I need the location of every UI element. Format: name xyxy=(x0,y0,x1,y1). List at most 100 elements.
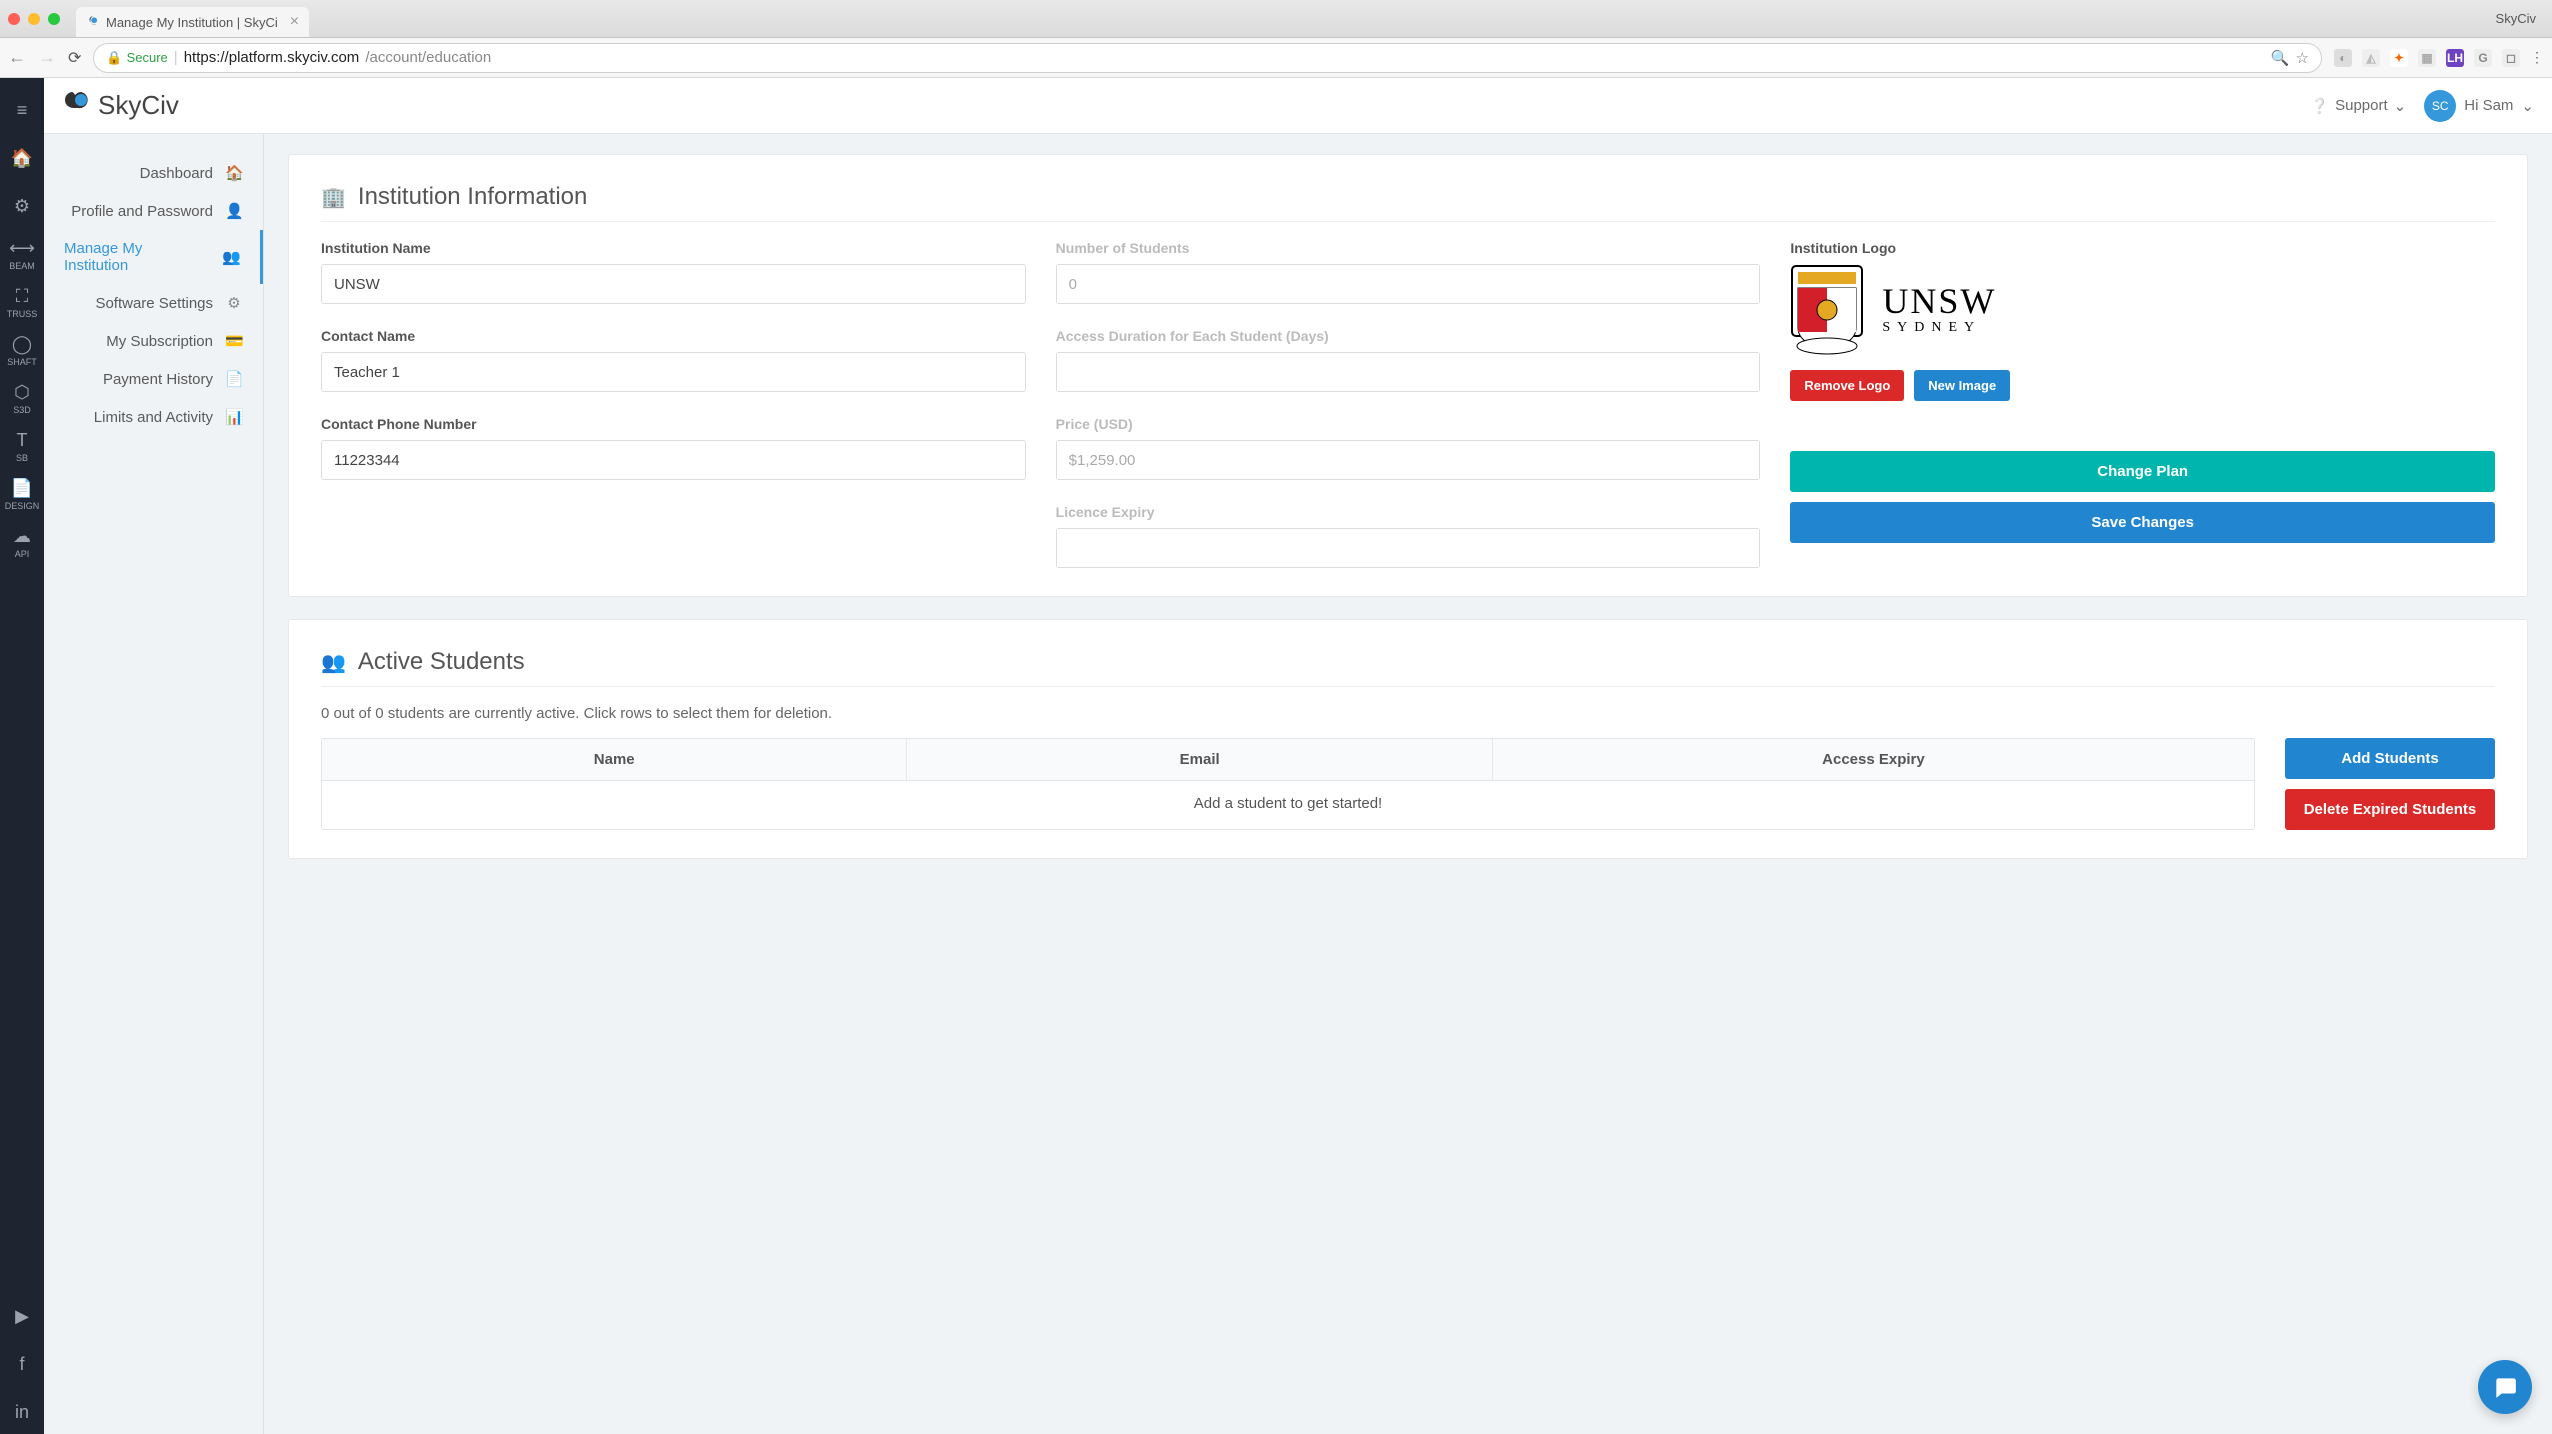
zoom-icon[interactable]: 🔍 xyxy=(2271,49,2290,67)
leftbar-design[interactable]: 📄DESIGN xyxy=(0,472,44,516)
menu-icon[interactable]: ⋮ xyxy=(2530,49,2544,66)
save-changes-button[interactable]: Save Changes xyxy=(1790,502,2495,543)
ext-icon-1[interactable]: ◐ xyxy=(2334,49,2352,67)
leftbar-beam[interactable]: ⟷BEAM xyxy=(0,232,44,276)
minimize-window-icon[interactable] xyxy=(28,13,40,25)
sidebar-item-payment[interactable]: Payment History 📄 xyxy=(44,360,263,398)
col-expiry: Access Expiry xyxy=(1493,739,2254,780)
url-path: /account/education xyxy=(365,49,491,66)
students-card: 👥Active Students 0 out of 0 students are… xyxy=(288,619,2528,859)
logo-label: Institution Logo xyxy=(1790,240,2495,256)
num-students-input xyxy=(1056,264,1761,304)
divider xyxy=(321,221,2495,222)
forward-button[interactable]: → xyxy=(38,47,56,68)
logo-submark: SYDNEY xyxy=(1882,320,1996,336)
remove-logo-button[interactable]: Remove Logo xyxy=(1790,370,1904,401)
leftbar-shaft[interactable]: ◯SHAFT xyxy=(0,328,44,372)
institution-name-label: Institution Name xyxy=(321,240,1026,256)
maximize-window-icon[interactable] xyxy=(48,13,60,25)
sidebar-item-dashboard[interactable]: Dashboard🏠 xyxy=(44,154,263,192)
card-heading: 👥Active Students xyxy=(321,648,2495,676)
url-host: https://platform.skyciv.com xyxy=(184,49,360,66)
favicon-icon xyxy=(86,15,100,29)
sidebar-item-subscription[interactable]: My Subscription 💳 xyxy=(44,322,263,360)
back-button[interactable]: ← xyxy=(8,47,26,68)
hamburger-icon[interactable]: ≡ xyxy=(0,88,44,132)
contact-name-input[interactable] xyxy=(321,352,1026,392)
institution-name-input[interactable] xyxy=(321,264,1026,304)
col-name: Name xyxy=(322,739,907,780)
table-empty-message: Add a student to get started! xyxy=(322,781,2254,826)
close-window-icon[interactable] xyxy=(8,13,20,25)
phone-input[interactable] xyxy=(321,440,1026,480)
sidebar-item-limits[interactable]: Limits and Activity 📊 xyxy=(44,398,263,436)
sidebar-item-label: My Subscription xyxy=(106,333,213,350)
leftbar-truss[interactable]: ⛶TRUSS xyxy=(0,280,44,324)
facebook-icon[interactable]: f xyxy=(0,1342,44,1386)
students-table: Name Email Access Expiry Add a student t… xyxy=(321,738,2255,830)
chat-bubble[interactable] xyxy=(2478,1360,2532,1414)
sidebar-item-software[interactable]: Software Settings⚙ xyxy=(44,284,263,322)
lock-icon: 🔒 Secure xyxy=(106,50,167,66)
support-label: Support xyxy=(2335,97,2388,114)
col-email: Email xyxy=(907,739,1492,780)
tab-title: Manage My Institution | SkyCi xyxy=(106,15,278,30)
bookmark-icon[interactable]: ☆ xyxy=(2296,49,2309,67)
home-icon: 🏠 xyxy=(225,164,243,182)
linkedin-icon[interactable]: in xyxy=(0,1390,44,1434)
table-header: Name Email Access Expiry xyxy=(322,739,2254,781)
user-menu[interactable]: SC Hi Sam ⌄ xyxy=(2424,90,2534,122)
ext-icon-2[interactable]: ◭ xyxy=(2362,49,2380,67)
app-topbar: SkyCiv ❔ Support ⌄ SC Hi Sam ⌄ xyxy=(44,78,2552,134)
sidebar-item-label: Payment History xyxy=(103,371,213,388)
ext-icon-4[interactable]: ▦ xyxy=(2418,49,2436,67)
duration-input xyxy=(1056,352,1761,392)
browser-tab-bar: Manage My Institution | SkyCi × SkyCiv xyxy=(0,0,2552,38)
app-logo[interactable]: SkyCiv xyxy=(62,88,179,123)
chart-icon: 📊 xyxy=(225,408,243,426)
logo-icon xyxy=(62,88,94,123)
duration-label: Access Duration for Each Student (Days) xyxy=(1056,328,1761,344)
institution-card: 🏢Institution Information Institution Nam… xyxy=(288,154,2528,597)
user-icon: 👤 xyxy=(225,202,243,220)
ext-icon-6[interactable]: G xyxy=(2474,49,2492,67)
tab-close-icon[interactable]: × xyxy=(290,13,299,31)
leftbar-s3d[interactable]: ⬡S3D xyxy=(0,376,44,420)
youtube-icon[interactable]: ▶ xyxy=(0,1294,44,1338)
ext-icon-5[interactable]: LH xyxy=(2446,49,2464,67)
logo-wordmark: UNSW xyxy=(1882,284,1996,318)
browser-tab[interactable]: Manage My Institution | SkyCi × xyxy=(76,7,309,37)
reload-button[interactable]: ⟳ xyxy=(68,48,81,68)
sidebar-item-institution[interactable]: Manage My Institution👥 xyxy=(44,230,263,284)
change-plan-button[interactable]: Change Plan xyxy=(1790,451,2495,492)
sidebar-item-label: Profile and Password xyxy=(71,203,213,220)
user-greeting: Hi Sam xyxy=(2464,97,2513,114)
logo-text: SkyCiv xyxy=(98,90,179,121)
ext-icon-7[interactable]: ◻ xyxy=(2502,49,2520,67)
phone-label: Contact Phone Number xyxy=(321,416,1026,432)
add-students-button[interactable]: Add Students xyxy=(2285,738,2495,779)
leftbar-api[interactable]: ☁API xyxy=(0,520,44,564)
building-icon: 🏢 xyxy=(321,185,346,210)
window-controls xyxy=(8,13,60,25)
ext-icon-3[interactable]: ✦ xyxy=(2390,49,2408,67)
leftbar-settings[interactable]: ⚙ xyxy=(0,184,44,228)
delete-expired-button[interactable]: Delete Expired Students xyxy=(2285,789,2495,830)
price-input xyxy=(1056,440,1761,480)
support-dropdown[interactable]: ❔ Support ⌄ xyxy=(2310,97,2406,115)
sidebar-item-profile[interactable]: Profile and Password 👤 xyxy=(44,192,263,230)
chat-icon xyxy=(2492,1374,2518,1400)
users-icon: 👥 xyxy=(222,248,240,266)
app-leftbar: ≡ 🏠 ⚙ ⟷BEAM ⛶TRUSS ◯SHAFT ⬡S3D TSB 📄DESI… xyxy=(0,78,44,1434)
leftbar-home[interactable]: 🏠 xyxy=(0,136,44,180)
new-image-button[interactable]: New Image xyxy=(1914,370,2010,401)
sidebar-item-label: Limits and Activity xyxy=(94,409,213,426)
document-icon: 📄 xyxy=(225,370,243,388)
expiry-label: Licence Expiry xyxy=(1056,504,1761,520)
workspace: 🏢Institution Information Institution Nam… xyxy=(264,134,2552,1434)
leftbar-sb[interactable]: TSB xyxy=(0,424,44,468)
card-icon: 💳 xyxy=(225,332,243,350)
crest-icon xyxy=(1790,264,1864,356)
contact-name-label: Contact Name xyxy=(321,328,1026,344)
address-bar[interactable]: 🔒 Secure | https://platform.skyciv.com/a… xyxy=(93,43,2322,73)
